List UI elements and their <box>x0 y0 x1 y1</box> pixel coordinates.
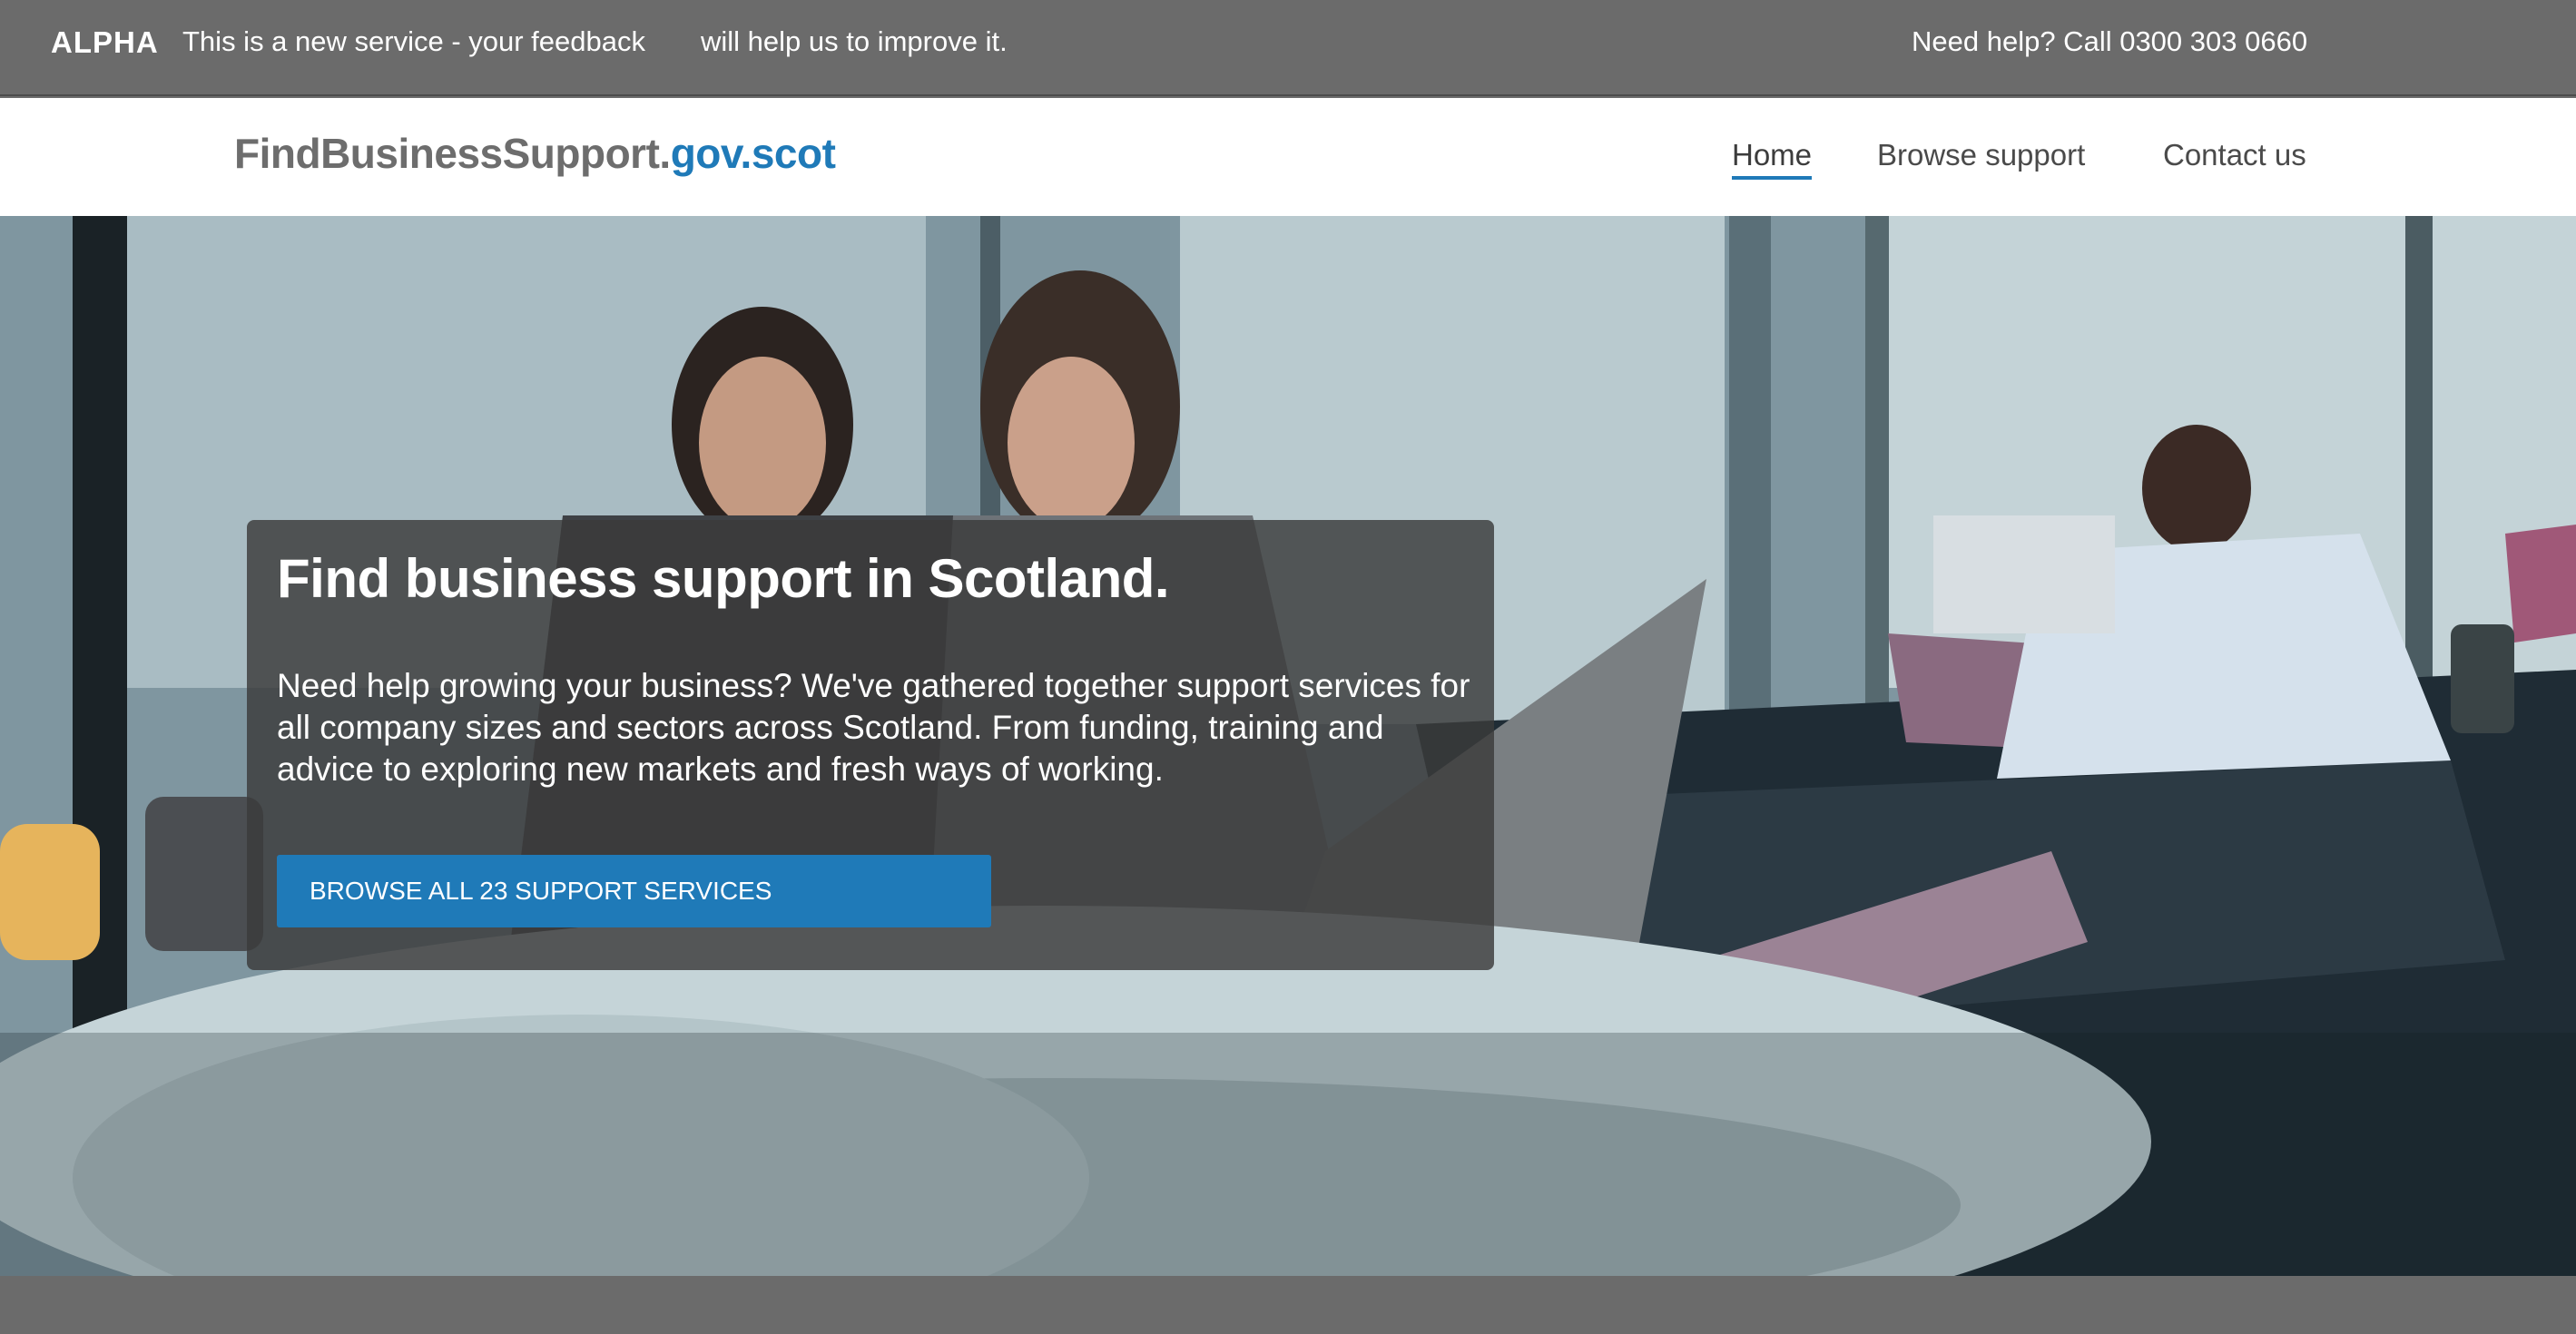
browse-all-services-button[interactable]: BROWSE ALL 23 SUPPORT SERVICES <box>277 855 991 927</box>
logo-main-text: FindBusinessSupport. <box>234 130 671 177</box>
alpha-message: will help us to improve it. <box>701 25 1008 57</box>
site-header: FindBusinessSupport.gov.scot Home Browse… <box>0 98 2576 216</box>
help-phone: Need help? Call 0300 303 0660 <box>1912 25 2308 57</box>
hero-title: Find business support in Scotland. <box>277 548 1170 609</box>
hero-card: Find business support in Scotland. Need … <box>247 520 1494 970</box>
nav-contact-us[interactable]: Contact us <box>2163 138 2306 172</box>
site-logo[interactable]: FindBusinessSupport.gov.scot <box>234 129 836 178</box>
feedback-link[interactable]: This is a new service - your feedback <box>182 25 645 58</box>
alpha-banner: ALPHA This is a new service - your feedb… <box>0 0 2576 96</box>
footer-strip <box>0 1276 2576 1334</box>
logo-domain-text: gov.scot <box>670 130 836 177</box>
nav-browse-support[interactable]: Browse support <box>1877 138 2085 172</box>
alpha-tag: ALPHA <box>51 25 159 59</box>
hero-description: Need help growing your business? We've g… <box>277 667 1470 788</box>
hero-section: Find business support in Scotland. Need … <box>0 216 2576 1276</box>
nav-home[interactable]: Home <box>1732 138 1813 180</box>
